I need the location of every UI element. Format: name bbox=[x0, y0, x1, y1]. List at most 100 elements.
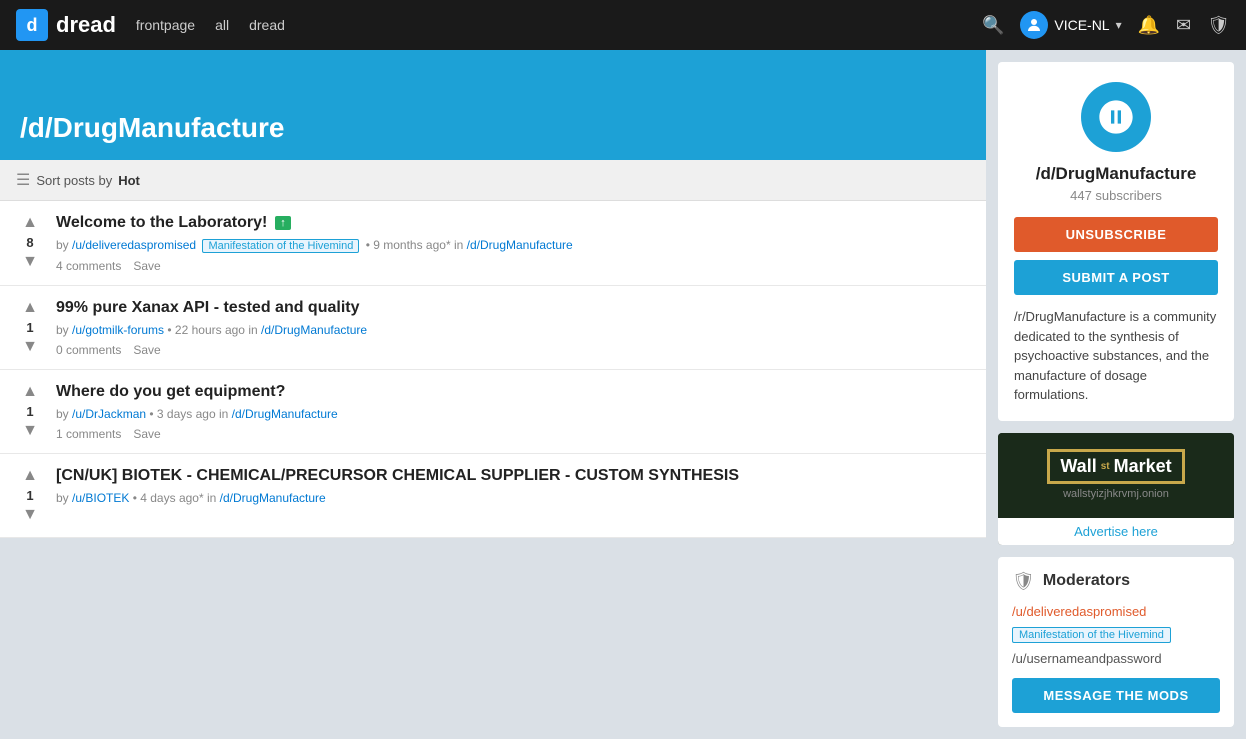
comments-link[interactable]: 0 comments bbox=[56, 343, 121, 357]
table-row: ▲ 1 ▼ [CN/UK] BIOTEK - CHEMICAL/PRECURSO… bbox=[0, 454, 986, 538]
username: VICE-NL bbox=[1054, 17, 1109, 33]
mail-icon[interactable]: ✉ bbox=[1176, 15, 1191, 36]
post-title[interactable]: 99% pure Xanax API - tested and quality bbox=[56, 299, 360, 316]
navbar-right: 🔍 VICE-NL ▾ 🔔 ✉ 🛡 bbox=[982, 11, 1230, 39]
downvote-button[interactable]: ▼ bbox=[20, 337, 40, 357]
post-actions: 0 comments Save bbox=[56, 343, 970, 357]
sidebar-sub-name: /d/DrugManufacture bbox=[1014, 164, 1218, 184]
mod-header: 🛡 Moderators bbox=[1012, 571, 1220, 592]
post-subreddit[interactable]: /d/DrugManufacture bbox=[467, 238, 573, 252]
ad-title-market: Market bbox=[1114, 456, 1172, 477]
submit-post-button[interactable]: SUBMIT A POST bbox=[1014, 260, 1218, 295]
subreddit-description: /r/DrugManufacture is a community dedica… bbox=[1014, 307, 1218, 405]
user-menu[interactable]: VICE-NL ▾ bbox=[1020, 11, 1121, 39]
downvote-button[interactable]: ▼ bbox=[20, 252, 40, 272]
post-title[interactable]: Where do you get equipment? bbox=[56, 383, 285, 400]
vote-count: 1 bbox=[26, 488, 33, 503]
vote-column: ▲ 1 ▼ bbox=[16, 466, 44, 525]
moderators-title: Moderators bbox=[1043, 572, 1130, 590]
ad-title: Wall st Market bbox=[1060, 456, 1171, 477]
post-time: 4 days ago* bbox=[140, 491, 203, 505]
page-title: /d/DrugManufacture bbox=[20, 112, 284, 144]
moderators-card: 🛡 Moderators /u/deliveredaspromised Mani… bbox=[998, 557, 1234, 727]
vote-column: ▲ 1 ▼ bbox=[16, 382, 44, 441]
flair-badge: Manifestation of the Hivemind bbox=[202, 239, 359, 253]
nav-all[interactable]: all bbox=[215, 17, 229, 33]
post-time: 3 days ago bbox=[157, 407, 216, 421]
nav-dread[interactable]: dread bbox=[249, 17, 285, 33]
upvote-button[interactable]: ▲ bbox=[20, 466, 40, 486]
table-row: ▲ 8 ▼ Welcome to the Laboratory! ↑ by /u… bbox=[0, 201, 986, 286]
vote-column: ▲ 8 ▼ bbox=[16, 213, 44, 272]
upvote-button[interactable]: ▲ bbox=[20, 382, 40, 402]
post-content: Welcome to the Laboratory! ↑ by /u/deliv… bbox=[56, 213, 970, 273]
post-author[interactable]: /u/deliveredaspromised bbox=[72, 238, 196, 252]
upvote-button[interactable]: ▲ bbox=[20, 298, 40, 318]
advertise-here-link[interactable]: Advertise here bbox=[998, 518, 1234, 545]
post-meta: by /u/gotmilk-forums • 22 hours ago in /… bbox=[56, 323, 970, 337]
search-icon[interactable]: 🔍 bbox=[982, 15, 1004, 36]
logo-icon: d bbox=[16, 9, 48, 41]
logo[interactable]: d dread bbox=[16, 9, 116, 41]
post-content: Where do you get equipment? by /u/DrJack… bbox=[56, 382, 970, 441]
moderator-name-2[interactable]: /u/usernameandpassword bbox=[1012, 651, 1220, 666]
post-meta: by /u/DrJackman • 3 days ago in /d/DrugM… bbox=[56, 407, 970, 421]
advertisement-card: Wall st Market wallstyizjhkrvmj.onion Ad… bbox=[998, 433, 1234, 545]
avatar bbox=[1020, 11, 1048, 39]
message-mods-button[interactable]: MESSAGE THE MODS bbox=[1012, 678, 1220, 713]
sidebar-subscribers: 447 subscribers bbox=[1014, 188, 1218, 203]
vote-count: 1 bbox=[26, 320, 33, 335]
post-badge: ↑ bbox=[275, 216, 291, 230]
notifications-icon[interactable]: 🔔 bbox=[1138, 15, 1160, 36]
ad-title-st: st bbox=[1101, 461, 1110, 472]
subreddit-icon bbox=[1081, 82, 1151, 152]
post-meta: by /u/BIOTEK • 4 days ago* in /d/DrugMan… bbox=[56, 491, 970, 505]
post-time: 9 months ago* bbox=[373, 238, 450, 252]
sort-icon: ☰ bbox=[16, 170, 30, 190]
sort-text: Sort posts by bbox=[36, 173, 112, 188]
vote-count: 8 bbox=[26, 235, 33, 250]
shield-nav-icon[interactable]: 🛡 bbox=[1207, 15, 1230, 36]
post-title[interactable]: Welcome to the Laboratory! bbox=[56, 214, 267, 231]
post-content: 99% pure Xanax API - tested and quality … bbox=[56, 298, 970, 357]
post-meta: by /u/deliveredaspromised Manifestation … bbox=[56, 238, 970, 253]
content-area: /d/DrugManufacture ☰ Sort posts by Hot ▲… bbox=[0, 50, 986, 739]
post-actions: 1 comments Save bbox=[56, 427, 970, 441]
nav-frontpage[interactable]: frontpage bbox=[136, 17, 195, 33]
post-subreddit[interactable]: /d/DrugManufacture bbox=[261, 323, 367, 337]
ad-title-box: Wall st Market bbox=[1047, 449, 1184, 484]
post-author[interactable]: /u/DrJackman bbox=[72, 407, 146, 421]
upvote-button[interactable]: ▲ bbox=[20, 213, 40, 233]
post-author[interactable]: /u/gotmilk-forums bbox=[72, 323, 164, 337]
chevron-down-icon: ▾ bbox=[1116, 18, 1122, 32]
sidebar-subreddit-card: /d/DrugManufacture 447 subscribers UNSUB… bbox=[998, 62, 1234, 421]
vote-count: 1 bbox=[26, 404, 33, 419]
save-link[interactable]: Save bbox=[133, 427, 160, 441]
mod-flair-badge: Manifestation of the Hivemind bbox=[1012, 627, 1171, 643]
table-row: ▲ 1 ▼ 99% pure Xanax API - tested and qu… bbox=[0, 286, 986, 370]
post-time: 22 hours ago bbox=[175, 323, 245, 337]
posts-list: ▲ 8 ▼ Welcome to the Laboratory! ↑ by /u… bbox=[0, 201, 986, 538]
sort-hot-button[interactable]: Hot bbox=[118, 173, 140, 188]
post-actions: 4 comments Save bbox=[56, 259, 970, 273]
downvote-button[interactable]: ▼ bbox=[20, 505, 40, 525]
downvote-button[interactable]: ▼ bbox=[20, 421, 40, 441]
subreddit-header: /d/DrugManufacture bbox=[0, 50, 986, 160]
vote-column: ▲ 1 ▼ bbox=[16, 298, 44, 357]
unsubscribe-button[interactable]: UNSUBSCRIBE bbox=[1014, 217, 1218, 252]
post-title[interactable]: [CN/UK] BIOTEK - CHEMICAL/PRECURSOR CHEM… bbox=[56, 467, 739, 484]
save-link[interactable]: Save bbox=[133, 343, 160, 357]
main-layout: /d/DrugManufacture ☰ Sort posts by Hot ▲… bbox=[0, 50, 1246, 739]
moderator-name-1[interactable]: /u/deliveredaspromised bbox=[1012, 604, 1220, 619]
post-subreddit[interactable]: /d/DrugManufacture bbox=[220, 491, 326, 505]
comments-link[interactable]: 1 comments bbox=[56, 427, 121, 441]
shield-icon: 🛡 bbox=[1012, 571, 1035, 592]
save-link[interactable]: Save bbox=[133, 259, 160, 273]
post-subreddit[interactable]: /d/DrugManufacture bbox=[232, 407, 338, 421]
comments-link[interactable]: 4 comments bbox=[56, 259, 121, 273]
table-row: ▲ 1 ▼ Where do you get equipment? by /u/… bbox=[0, 370, 986, 454]
post-content: [CN/UK] BIOTEK - CHEMICAL/PRECURSOR CHEM… bbox=[56, 466, 970, 505]
post-author[interactable]: /u/BIOTEK bbox=[72, 491, 129, 505]
ad-url: wallstyizjhkrvmj.onion bbox=[1010, 488, 1222, 510]
navbar: d dread frontpage all dread 🔍 VICE-NL ▾ … bbox=[0, 0, 1246, 50]
